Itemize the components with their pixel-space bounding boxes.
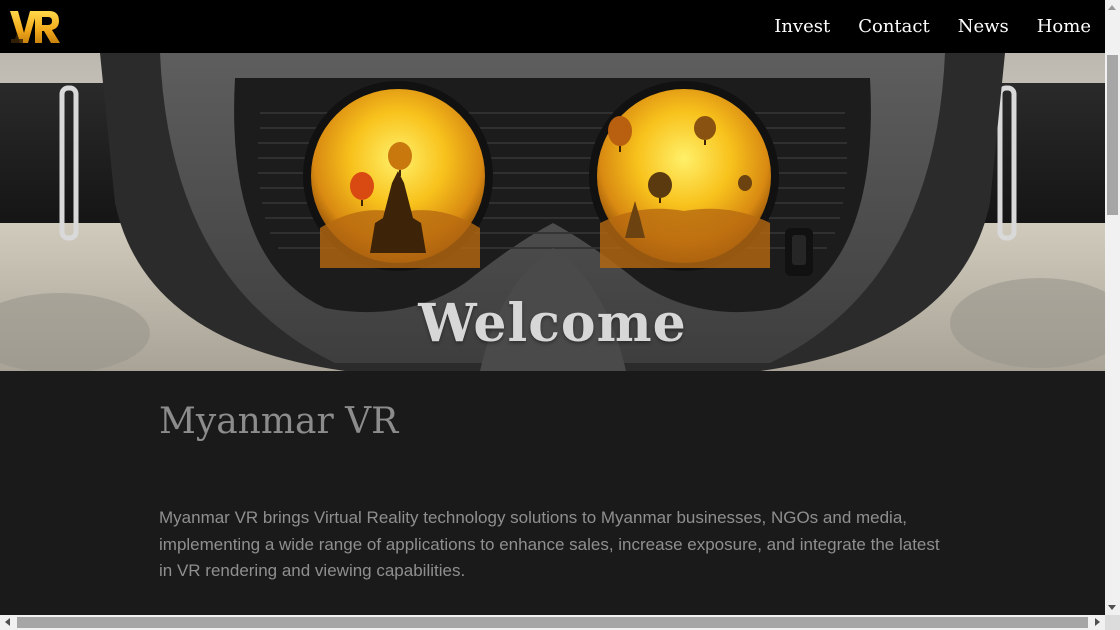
intro-paragraph: Myanmar VR brings Virtual Reality techno… [159, 508, 940, 580]
top-navbar: Invest Contact News Home [0, 0, 1105, 53]
vertical-scroll-thumb[interactable] [1107, 55, 1118, 215]
vertical-scrollbar[interactable] [1105, 0, 1120, 615]
nav-link-invest[interactable]: Invest [774, 16, 830, 37]
main-content: Myanmar VR Myanmar VR brings Virtual Rea… [0, 371, 1105, 615]
scrollbar-corner [1105, 615, 1120, 630]
scroll-left-arrow-icon[interactable] [5, 618, 10, 626]
scroll-right-arrow-icon[interactable] [1095, 618, 1100, 626]
vr-logo-icon [10, 11, 60, 43]
scroll-down-arrow-icon[interactable] [1108, 605, 1116, 610]
main-nav: Invest Contact News Home [746, 0, 1091, 53]
scroll-up-arrow-icon[interactable] [1108, 5, 1116, 10]
hero-banner: Welcome [0, 53, 1105, 371]
nav-link-contact[interactable]: Contact [858, 16, 929, 37]
horizontal-scrollbar[interactable] [0, 615, 1105, 630]
horizontal-scroll-thumb[interactable] [17, 617, 1088, 628]
page-title: Myanmar VR [159, 401, 399, 442]
nav-link-home[interactable]: Home [1037, 16, 1091, 37]
hero-title: Welcome [418, 293, 687, 354]
site-logo[interactable] [9, 9, 61, 45]
nav-link-news[interactable]: News [958, 16, 1009, 37]
